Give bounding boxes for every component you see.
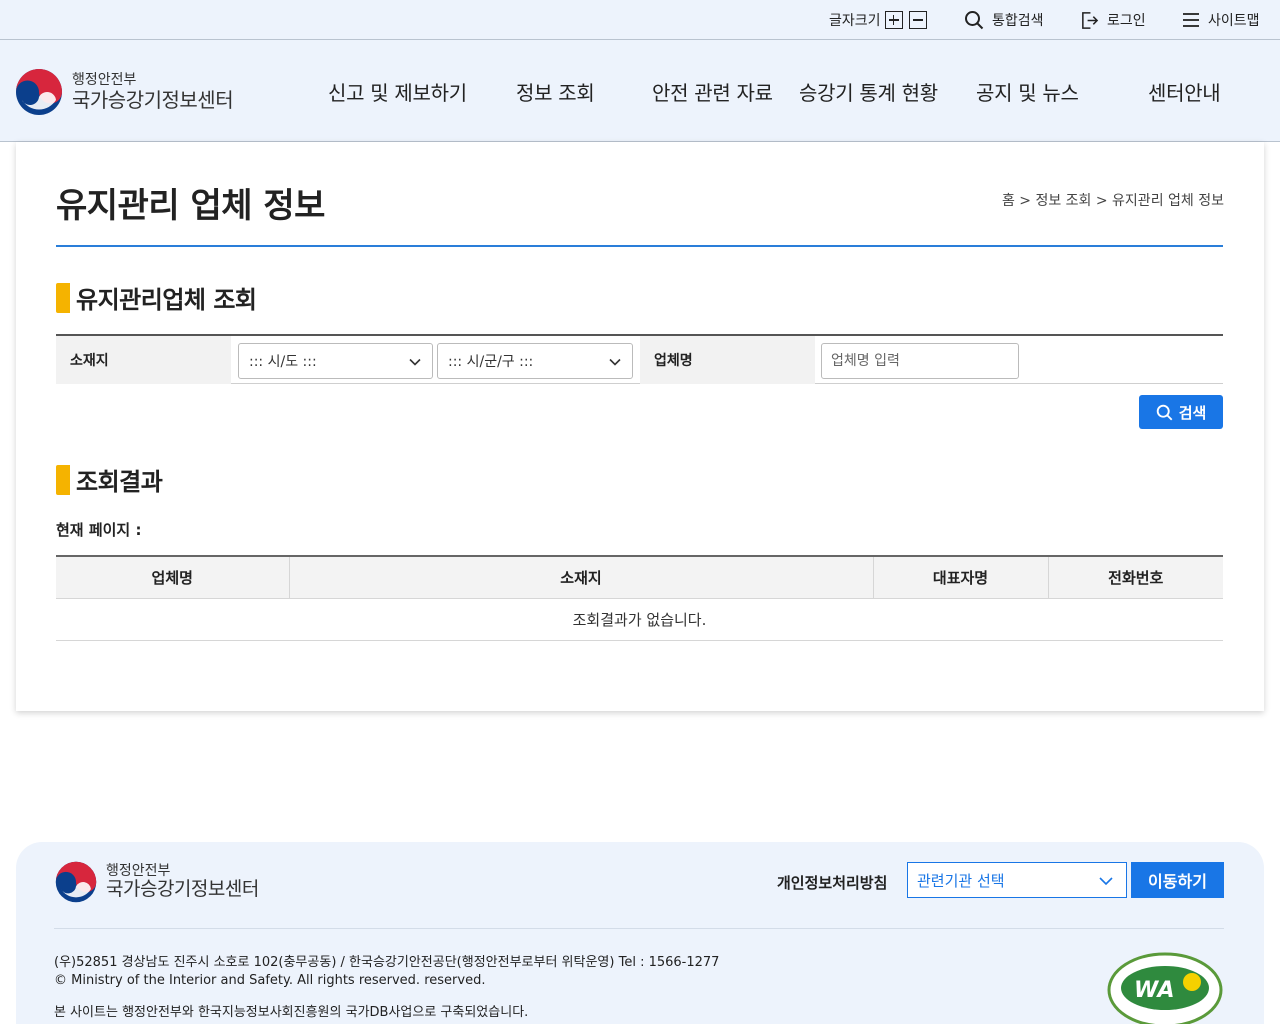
integrated-search-label: 통합검색 <box>992 13 1044 29</box>
search-button-label: 검색 <box>1178 403 1207 422</box>
utility-bar: 글자크기 통합검색 로그인 사이트맵 <box>0 0 1280 40</box>
login-label: 로그인 <box>1107 13 1146 29</box>
svg-text:WA: WA <box>1134 978 1175 1003</box>
font-increase-icon[interactable] <box>884 11 903 29</box>
nav-statistics[interactable]: 승강기 통계 현황 <box>799 77 938 106</box>
location-label: 소재지 <box>56 336 231 384</box>
column-phone: 전화번호 <box>1047 555 1223 599</box>
integrated-search-button[interactable]: 통합검색 <box>964 0 1044 40</box>
font-decrease-icon[interactable] <box>908 11 927 29</box>
sitemap-button[interactable]: 사이트맵 <box>1182 0 1260 40</box>
company-name-input[interactable] <box>821 343 1019 379</box>
main-header: 행정안전부 국가승강기정보센터 신고 및 제보하기 정보 조회 안전 관련 자료… <box>0 41 1280 142</box>
sido-select[interactable]: ::: 시/도 ::: <box>238 343 433 379</box>
sigungu-select[interactable]: ::: 시/군/구 ::: <box>437 343 633 379</box>
nav-info-lookup[interactable]: 정보 조회 <box>516 77 595 106</box>
section-bar-marker <box>56 282 70 313</box>
site-footer: 행정안전부 국가승강기정보센터 개인정보처리방침 관련기관 선택 이동하기 (우… <box>16 842 1264 1024</box>
title-divider <box>56 245 1223 247</box>
page-title: 유지관리 업체 정보 <box>56 186 325 226</box>
content-card: 유지관리 업체 정보 홈 > 정보 조회 > 유지관리 업체 정보 유지관리업체… <box>16 142 1264 711</box>
results-section-label: 조회결과 <box>76 468 163 496</box>
chevron-down-icon <box>409 358 421 366</box>
footer-logo[interactable]: 행정안전부 국가승강기정보센터 <box>54 860 259 904</box>
font-size-control: 글자크기 <box>829 0 927 40</box>
footer-divider <box>54 928 1224 929</box>
search-icon <box>965 11 984 30</box>
chevron-down-icon <box>609 358 621 366</box>
related-org-select[interactable]: 관련기관 선택 <box>907 862 1127 898</box>
company-name-label: 업체명 <box>640 336 815 384</box>
footer-address: (우)52851 경상남도 진주시 소호로 102(충무공동) / 한국승강기안… <box>54 955 720 970</box>
search-section-title: 유지관리업체 조회 <box>56 280 257 315</box>
column-representative: 대표자명 <box>872 555 1048 599</box>
empty-result-message: 조회결과가 없습니다. <box>56 598 1223 641</box>
chevron-down-icon <box>1099 877 1113 886</box>
search-form: 소재지 ::: 시/도 ::: ::: 시/군/구 ::: 업체명 <box>56 334 1223 384</box>
menu-icon <box>1183 13 1199 27</box>
search-icon <box>1156 404 1173 420</box>
table-row: 조회결과가 없습니다. <box>56 598 1223 641</box>
search-section-label: 유지관리업체 조회 <box>76 286 257 314</box>
logo-center-text: 국가승강기정보센터 <box>72 87 234 112</box>
search-button[interactable]: 검색 <box>1139 395 1223 429</box>
go-button[interactable]: 이동하기 <box>1131 862 1224 898</box>
footer-copyright: © Ministry of the Interior and Safety. A… <box>54 973 486 988</box>
sigungu-select-value: ::: 시/군/구 ::: <box>448 354 534 370</box>
privacy-policy-link[interactable]: 개인정보처리방침 <box>777 872 887 893</box>
table-header-row: 업체명 소재지 대표자명 전화번호 <box>56 555 1223 599</box>
results-section-title: 조회결과 <box>56 462 163 497</box>
column-company-name: 업체명 <box>56 555 289 599</box>
footer-logo-ministry-text: 행정안전부 <box>106 862 171 879</box>
nav-safety-materials[interactable]: 안전 관련 자료 <box>652 77 773 106</box>
breadcrumb: 홈 > 정보 조회 > 유지관리 업체 정보 <box>1001 193 1224 209</box>
taegeuk-logo-icon <box>55 861 97 903</box>
results-table: 업체명 소재지 대표자명 전화번호 조회결과가 없습니다. <box>56 555 1223 641</box>
nav-center-info[interactable]: 센터안내 <box>1148 77 1221 106</box>
login-button[interactable]: 로그인 <box>1080 0 1146 40</box>
taegeuk-logo-icon <box>16 69 62 115</box>
logo-ministry-text: 행정안전부 <box>72 72 137 89</box>
nav-notice-news[interactable]: 공지 및 뉴스 <box>976 77 1079 106</box>
sitemap-label: 사이트맵 <box>1208 13 1260 29</box>
column-location: 소재지 <box>288 555 873 599</box>
footer-notice: 본 사이트는 행정안전부와 한국지능정보사회진흥원의 국가DB사업으로 구축되었… <box>54 1005 529 1020</box>
sido-select-value: ::: 시/도 ::: <box>249 354 317 370</box>
font-size-label: 글자크기 <box>829 13 881 29</box>
login-icon <box>1082 11 1099 29</box>
web-accessibility-mark-icon: WA <box>1107 952 1223 1024</box>
site-logo[interactable]: 행정안전부 국가승강기정보센터 <box>14 67 234 117</box>
section-bar-marker <box>56 464 70 495</box>
current-page-label: 현재 페이지 : <box>56 521 142 539</box>
footer-logo-center-text: 국가승강기정보센터 <box>106 878 259 901</box>
nav-report[interactable]: 신고 및 제보하기 <box>328 77 467 106</box>
related-org-select-value: 관련기관 선택 <box>917 871 1005 890</box>
